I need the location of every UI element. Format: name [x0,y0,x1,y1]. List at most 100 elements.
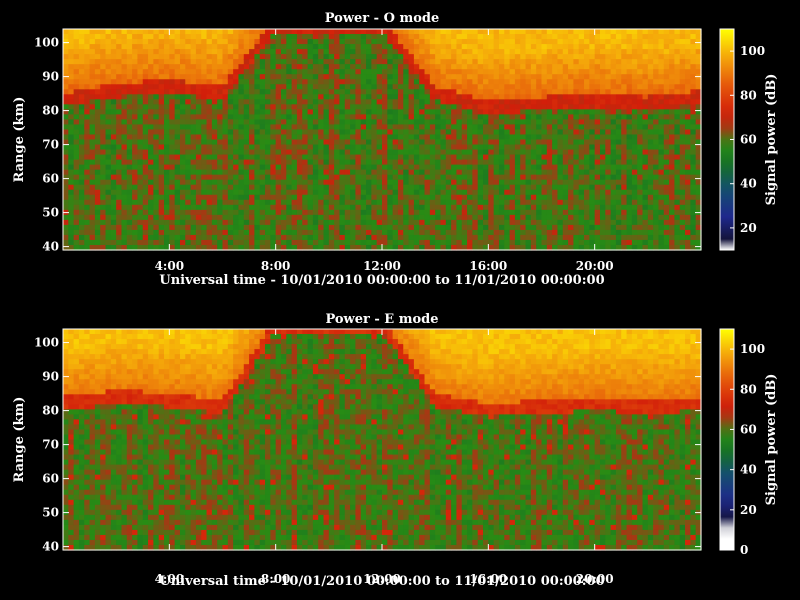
heatmap-cell [339,149,346,156]
heatmap-cell [78,39,85,45]
heatmap-cell [63,39,69,45]
heatmap-cell [536,169,543,176]
heatmap-cell [541,114,548,121]
heatmap-cell [568,79,574,85]
heatmap-cell [73,144,80,151]
heatmap-cell [647,109,654,115]
heatmap-cell [366,79,372,85]
heatmap-cell [445,74,452,80]
heatmap-cell [84,29,91,35]
heatmap-cell [142,174,149,181]
heatmap-cell [259,89,266,95]
heatmap-cell [445,179,452,186]
heatmap-cell [424,84,431,90]
heatmap-cell [350,134,357,141]
heatmap-cell [557,159,564,166]
heatmap-cell [472,114,479,121]
heatmap-cell [376,39,383,45]
heatmap-cell [498,119,505,126]
heatmap-cell [217,194,224,201]
heatmap-cell [461,189,468,196]
heatmap-cell [265,209,271,216]
heatmap-cell [286,104,293,110]
heatmap-cell [525,149,532,156]
heatmap-cell [233,64,240,70]
heatmap-cell [599,214,606,221]
heatmap-cell [366,194,372,201]
heatmap-cell [520,59,527,65]
heatmap-cell [78,154,85,161]
heatmap-cell [286,54,293,60]
heatmap-cell [238,239,245,246]
heatmap-cell [605,144,612,151]
heatmap-cell [440,114,447,121]
heatmap-cell [355,229,362,236]
heatmap-cell [429,104,436,110]
heatmap-cell [663,79,670,85]
heatmap-cell [371,129,378,136]
heatmap-cell [647,114,654,121]
heatmap-cell [153,79,160,85]
heatmap-cell [477,214,484,221]
heatmap-cell [307,39,314,45]
heatmap-cell [89,229,96,236]
heatmap-cell [339,104,346,110]
heatmap-cell [233,229,240,236]
heatmap-cell [451,114,458,121]
heatmap-cell [461,204,468,211]
heatmap-cell [254,154,261,161]
heatmap-cell [578,199,585,206]
heatmap-cell [89,134,96,141]
heatmap-cell [110,184,117,191]
heatmap-cell [350,149,357,156]
heatmap-cell [419,164,426,171]
heatmap-cell [429,89,436,95]
heatmap-cell [334,34,341,40]
heatmap-cell [217,159,224,166]
heatmap-cell [78,149,85,156]
heatmap-cell [339,239,346,246]
heatmap-cell [217,234,224,241]
heatmap-cell [546,99,553,105]
heatmap-cell [599,54,606,60]
heatmap-cell [605,169,612,176]
heatmap-cell [206,174,213,181]
heatmap-cell [84,184,91,191]
heatmap-cell [514,44,521,50]
heatmap-cell [552,29,559,35]
heatmap-cell [296,229,303,236]
heatmap-cell [312,29,319,35]
heatmap-cell [73,214,80,221]
heatmap-cell [408,109,415,115]
heatmap-cell [445,209,452,216]
heatmap-cell [626,74,633,80]
heatmap-cell [610,224,617,231]
heatmap-cell [185,124,192,131]
heatmap-cell [164,99,170,105]
heatmap-cell [435,224,442,231]
heatmap-cell [179,44,186,50]
heatmap-cell [663,114,670,121]
heatmap-cell [249,124,255,131]
heatmap-cell [536,204,543,211]
heatmap-cell [557,124,564,131]
heatmap-cell [153,184,160,191]
heatmap-cell [541,119,548,126]
heatmap-cell [467,159,473,166]
heatmap-cell [440,229,447,236]
heatmap-cell [589,99,596,105]
heatmap-cell [132,219,139,226]
heatmap-cell [201,139,208,146]
heatmap-cell [445,199,452,206]
heatmap-cell [647,134,654,141]
heatmap-cell [397,79,404,85]
heatmap-cell [366,49,372,55]
heatmap-cell [164,189,170,196]
heatmap-cell [610,79,617,85]
heatmap-cell [323,129,330,136]
heatmap-cell [126,144,133,151]
heatmap-cell [206,194,213,201]
heatmap-cell [211,94,218,100]
heatmap-cell [541,219,548,226]
heatmap-cell [520,64,527,70]
